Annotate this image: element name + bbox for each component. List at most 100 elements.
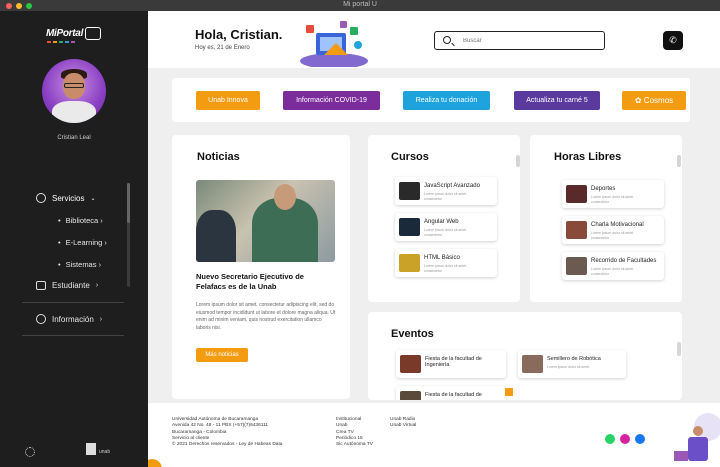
news-headline[interactable]: Nuevo Secretario Ejecutivo de Felafacs e… [196,272,332,292]
footer-text: © 2021 Derechos reservados - Ley de Habe… [172,442,283,448]
event-name: Fiesta de la facultad de Ingeniería [425,356,482,368]
free-hours-title: Horas Libres [554,151,622,163]
free-hour-name: Charla Motivacional [591,222,644,228]
footer: Universidad Autónoma de Bucaramanga Aven… [148,403,720,467]
current-date: Hoy es, 21 de Enero [195,45,250,51]
quick-action-cosmos[interactable]: ✿ Cosmos [622,91,686,110]
quick-action-donacion[interactable]: Realiza tu donación [403,91,490,110]
free-hour-desc: Lorem ipsum dolor sit amet consectetur [591,267,634,276]
instagram-icon[interactable] [620,434,630,444]
thumbnail-image [399,218,420,236]
user-name: Cristian Leal [57,135,91,141]
free-hours-scrollbar[interactable] [677,155,681,167]
logo-dot [53,41,57,43]
quick-action-label: Información COVID-19 [296,97,367,104]
sidebar-item-estudiante[interactable]: Estudiante › [36,281,98,290]
chevron-right-icon: › [96,260,102,269]
event-accent [505,388,513,396]
services-icon [36,193,46,203]
quick-action-covid[interactable]: Información COVID-19 [283,91,380,110]
thumbnail-image [399,254,420,272]
course-desc: Lorem ipsum dolor sit amet consectetur [424,264,467,273]
footer-col-media: Unab Radio Unab Virtual [390,417,416,430]
more-news-button[interactable]: Más noticias [196,348,248,362]
logo-dots [47,41,75,43]
free-hour-item[interactable]: Deportes Lorem ipsum dolor sit amet conse… [562,180,664,208]
sidebar-item-label: Estudiante [52,281,90,290]
news-card: Noticias Nuevo Secretario Ejecutivo de F… [172,135,350,399]
free-hour-desc: Lorem ipsum dolor sit amet consectetur [591,195,634,204]
event-item[interactable]: Semillero de Robótica Lorem ipsum dolor s… [518,350,626,378]
course-item[interactable]: HTML Básico Lorem ipsum dolor sit amet co… [395,249,497,277]
free-hour-item[interactable]: Recorrido de Facultades Lorem ipsum dolor… [562,252,664,280]
quick-action-label: Unab Innova [208,97,248,104]
main-content: Hola, Cristian. Hoy es, 21 de Enero ✆ Un… [148,11,720,467]
quick-action-carne[interactable]: Actualiza tu carné 5 [514,91,600,110]
sidebar-item-informacion[interactable]: Información › [36,314,102,324]
footer-col-links: Institucional Unab Crea TV Periódico 15 … [336,417,373,448]
sidebar-divider [22,302,124,303]
event-name: Fiesta de la facultad de [425,392,482,398]
chevron-right-icon: › [99,315,103,323]
avatar[interactable] [42,59,106,123]
quick-action-label: Actualiza tu carné 5 [526,97,588,104]
sidebar-subitem-biblioteca[interactable]: Biblioteca › [58,216,103,225]
whatsapp-icon[interactable] [605,434,615,444]
chevron-right-icon: › [95,282,99,289]
free-hour-name: Recorrido de Facultades [591,258,657,264]
sidebar-item-servicios[interactable]: Servicios ⌄ [36,193,95,203]
gear-icon[interactable] [25,447,35,457]
events-scrollbar[interactable] [677,342,681,356]
footer-link[interactable]: Sic Autónoma TV [336,442,373,448]
course-item[interactable]: JavaScript Avanzado Lorem ipsum dolor sit… [395,177,497,205]
greeting: Hola, Cristian. [195,27,283,42]
quick-action-label: Realiza tu donación [415,97,478,104]
free-hour-name: Deportes [591,186,616,192]
unab-logo-text: unab [99,449,111,455]
logo-dot [59,41,63,43]
phone-button[interactable]: ✆ [663,31,683,50]
logo-text: MiPortal [46,28,84,40]
phone-icon: ✆ [669,35,677,45]
app-logo[interactable]: MiPortal [46,27,102,40]
logo-dot [47,41,51,43]
sidebar-subitem-label: Biblioteca [65,216,99,225]
unab-logo: unab [86,443,110,455]
thumbnail-image [566,185,587,203]
sidebar-item-label: Información [52,314,94,324]
free-hour-desc: Lorem ipsum dolor sit amet consectetur [591,231,634,240]
sidebar-scrollbar[interactable] [127,183,130,287]
search-bar[interactable] [434,31,605,50]
thumbnail-image [522,355,543,373]
sidebar-subitem-elearning[interactable]: E-Learning › [58,238,107,247]
facebook-icon[interactable] [635,434,645,444]
sidebar-divider [22,335,124,336]
event-desc: Lorem ipsum dolor sit amet [547,365,590,369]
event-name: Semillero de Robótica [547,356,601,362]
chevron-right-icon: › [102,238,107,247]
student-icon [36,281,46,290]
news-body: Lorem ipsum dolor sit amet, consectetur … [196,302,336,331]
news-image[interactable] [196,180,335,262]
courses-card: Cursos JavaScript Avanzado Lorem ipsum do… [368,135,520,302]
sidebar-subitem-label: Sistemas [65,260,97,269]
thumbnail-image [566,221,587,239]
event-item[interactable]: Fiesta de la facultad de [396,386,506,400]
footer-link[interactable]: Unab Virtual [390,423,416,429]
sidebar-item-label: Servicios [52,193,85,203]
course-item[interactable]: Angular Web Lorem ipsum dolor sit amet co… [395,213,497,241]
course-name: Angular Web [424,219,459,225]
cosmos-icon: ✿ [634,96,644,105]
courses-scrollbar[interactable] [516,155,520,167]
course-desc: Lorem ipsum dolor sit amet consectetur [424,228,467,237]
event-item[interactable]: Fiesta de la facultad de Ingeniería [396,350,506,378]
chevron-down-icon: ⌄ [90,195,96,202]
window-titlebar: Mi portal U [0,0,720,11]
sidebar-subitem-sistemas[interactable]: Sistemas › [58,260,101,269]
search-icon[interactable] [443,36,451,44]
search-input[interactable] [463,35,598,46]
quick-action-label: Cosmos [643,96,674,105]
quick-action-unab-innova[interactable]: Unab Innova [196,91,260,110]
free-hour-item[interactable]: Charla Motivacional Lorem ipsum dolor sit… [562,216,664,244]
logo-u-icon [85,27,102,40]
